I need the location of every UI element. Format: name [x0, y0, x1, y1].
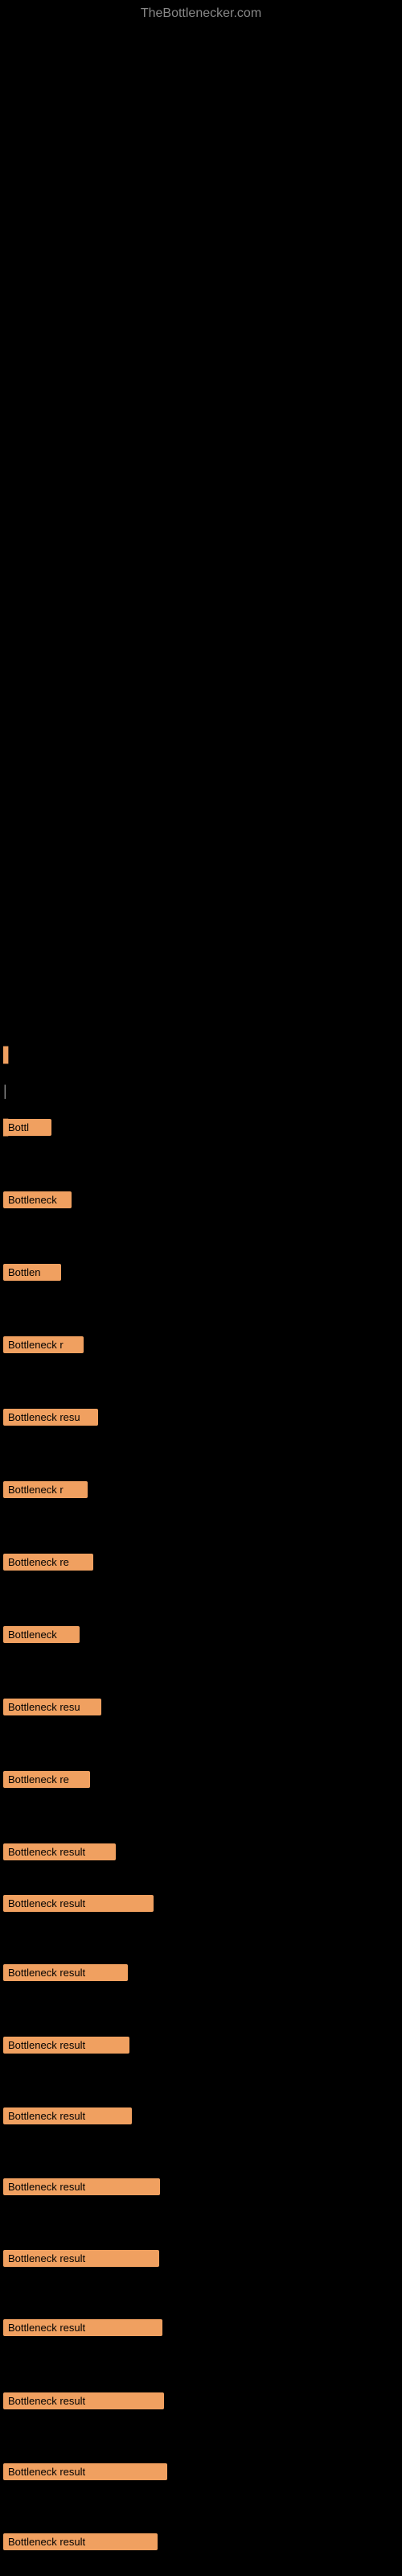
bottleneck-result-item[interactable]: Bottleneck r: [3, 1481, 88, 1502]
bottleneck-result-item[interactable]: Bottlen: [3, 1264, 61, 1285]
bottleneck-result-item[interactable]: Bottleneck result: [3, 1843, 116, 1864]
bottleneck-result-item[interactable]: Bottleneck result: [3, 2107, 132, 2128]
bottleneck-result-item[interactable]: Bottleneck result: [3, 2533, 158, 2554]
bottleneck-result-item[interactable]: Bottleneck result: [3, 2463, 167, 2484]
site-title: TheBottlenecker.com: [0, 0, 402, 21]
bottleneck-label-text: Bottleneck resu: [3, 1409, 98, 1426]
bottleneck-result-item[interactable]: Bottleneck: [3, 1191, 72, 1212]
cursor-2: |: [3, 1083, 7, 1100]
bottleneck-result-item[interactable]: Bottleneck result: [3, 2037, 129, 2058]
bottleneck-label-text: Bottleneck re: [3, 1771, 90, 1788]
bottleneck-label-text: Bottleneck result: [3, 1895, 154, 1912]
bottleneck-label-text: Bottlen: [3, 1264, 61, 1281]
bottleneck-result-item[interactable]: Bottleneck r: [3, 1336, 84, 1357]
bottleneck-label-text: Bottleneck result: [3, 2319, 162, 2336]
bottleneck-label-text: Bottleneck: [3, 1626, 80, 1643]
bottleneck-label-text: Bottleneck result: [3, 2463, 167, 2480]
bottleneck-result-item[interactable]: Bottleneck result: [3, 2392, 164, 2413]
bottleneck-result-item[interactable]: Bottleneck resu: [3, 1409, 98, 1430]
bottleneck-label-text: Bottleneck result: [3, 2533, 158, 2550]
bottleneck-label-text: Bottleneck result: [3, 2107, 132, 2124]
bottleneck-label-text: Bottleneck result: [3, 2178, 160, 2195]
cursor-1: ▌: [3, 1046, 14, 1063]
bottleneck-result-item[interactable]: Bottl: [3, 1119, 51, 1140]
bottleneck-label-text: Bottleneck result: [3, 2037, 129, 2054]
bottleneck-result-item[interactable]: Bottleneck result: [3, 1964, 128, 1985]
bottleneck-result-item[interactable]: Bottleneck re: [3, 1771, 90, 1792]
bottleneck-label-text: Bottleneck r: [3, 1336, 84, 1353]
bottleneck-label-text: Bottleneck result: [3, 2250, 159, 2267]
bottleneck-result-item[interactable]: Bottleneck result: [3, 1895, 154, 1916]
bottleneck-label-text: Bottleneck r: [3, 1481, 88, 1498]
bottleneck-label-text: Bottleneck result: [3, 2392, 164, 2409]
bottleneck-label-text: Bottleneck result: [3, 1964, 128, 1981]
bottleneck-result-item[interactable]: Bottleneck resu: [3, 1699, 101, 1719]
bottleneck-label-text: Bottleneck result: [3, 1843, 116, 1860]
bottleneck-result-item[interactable]: Bottleneck result: [3, 2319, 162, 2340]
bottleneck-label-text: Bottleneck re: [3, 1554, 93, 1571]
bottleneck-result-item[interactable]: Bottleneck: [3, 1626, 80, 1647]
bottleneck-result-item[interactable]: Bottleneck result: [3, 2178, 160, 2199]
bottleneck-result-item[interactable]: Bottleneck re: [3, 1554, 93, 1575]
bottleneck-label-text: Bottl: [3, 1119, 51, 1136]
bottleneck-result-item[interactable]: Bottleneck result: [3, 2250, 159, 2271]
bottleneck-label-text: Bottleneck: [3, 1191, 72, 1208]
bottleneck-label-text: Bottleneck resu: [3, 1699, 101, 1715]
